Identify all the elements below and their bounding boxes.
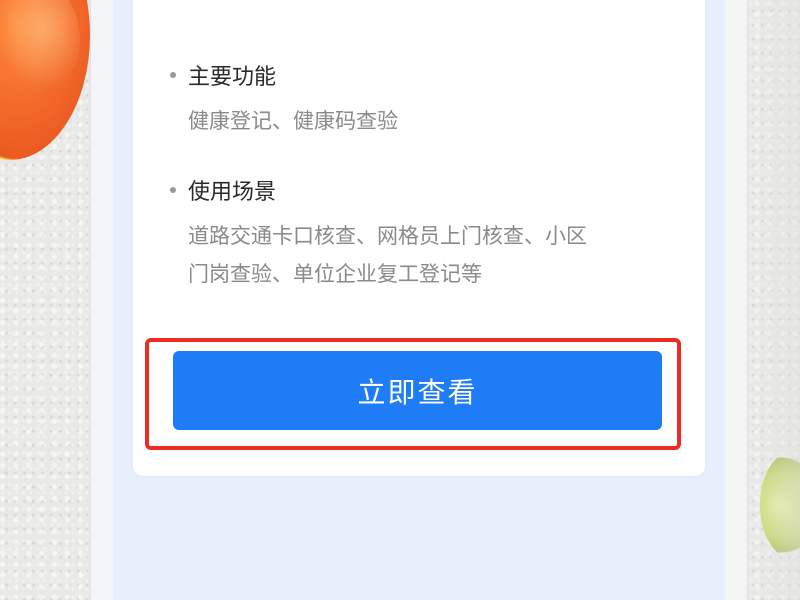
screen: 主要功能 健康登记、健康码查验 使用场景 道路交通卡口核查、网格员上门核查、小区…	[0, 0, 800, 600]
scenarios-desc-line2: 门岗查验、单位企业复工登记等	[188, 262, 482, 286]
bullet-icon	[170, 187, 176, 193]
view-now-button[interactable]: 立即查看	[173, 351, 662, 430]
features-description: 健康登记、健康码查验	[188, 109, 398, 133]
scenarios-section: 使用场景 道路交通卡口核查、网格员上门核查、小区 门岗查验、单位企业复工登记等	[170, 175, 670, 293]
scenarios-desc-line1: 道路交通卡口核查、网格员上门核查、小区	[188, 224, 587, 248]
scenarios-description: 道路交通卡口核查、网格员上门核查、小区 门岗查验、单位企业复工登记等	[188, 217, 668, 293]
scenarios-title-text: 使用场景	[188, 180, 277, 205]
background-shade	[745, 0, 800, 600]
bullet-icon	[170, 72, 176, 78]
features-title: 主要功能	[170, 60, 670, 90]
scenarios-title: 使用场景	[170, 175, 670, 205]
features-title-text: 主要功能	[188, 65, 277, 90]
features-section: 主要功能 健康登记、健康码查验	[170, 60, 670, 140]
